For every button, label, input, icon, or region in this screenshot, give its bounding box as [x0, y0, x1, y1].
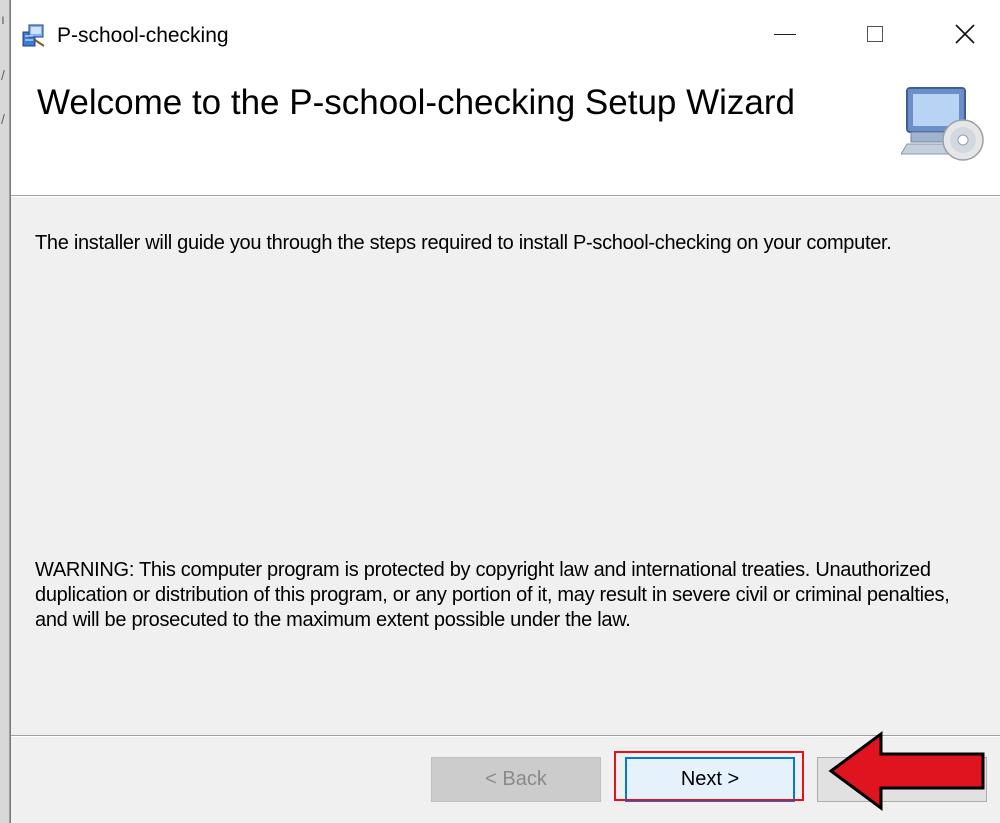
intro-text: The installer will guide you through the… [35, 232, 892, 254]
wizard-banner: Welcome to the P-school-checking Setup W… [11, 72, 1000, 196]
edge-glyph: / [1, 67, 5, 83]
close-icon [955, 24, 975, 44]
installer-app-icon [22, 24, 45, 47]
next-button[interactable]: Next > [625, 757, 795, 802]
back-button[interactable]: < Back [431, 757, 601, 802]
maximize-button[interactable] [843, 10, 907, 58]
wizard-heading: Welcome to the P-school-checking Setup W… [37, 83, 796, 122]
copyright-warning: WARNING: This computer program is protec… [35, 559, 950, 631]
red-arrow-icon [828, 731, 985, 811]
edge-glyph: / [1, 111, 5, 127]
minimize-icon [774, 33, 796, 35]
minimize-button[interactable] [753, 10, 817, 58]
setup-wizard-window: P-school-checking Welcome to the P-schoo… [10, 0, 1000, 823]
background-window-edge: ı / / [0, 0, 10, 823]
computer-cd-icon [901, 87, 984, 161]
edge-glyph: ı [1, 11, 5, 27]
banner-separator [11, 196, 1000, 197]
close-button[interactable] [933, 10, 997, 58]
window-title: P-school-checking [57, 24, 229, 47]
title-bar[interactable]: P-school-checking [11, 0, 1000, 72]
maximize-icon [867, 26, 883, 42]
